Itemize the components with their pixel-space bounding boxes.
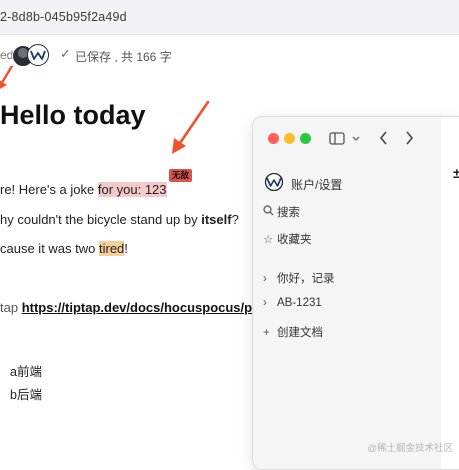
text-span: tap xyxy=(0,300,22,315)
collaborator-avatars[interactable] xyxy=(12,43,52,67)
sidebar-item-label: 你好，记录 xyxy=(277,273,335,285)
sidebar-item-label: 搜索 xyxy=(277,207,300,219)
account-settings-item[interactable]: 账户/设置 xyxy=(263,171,433,193)
sidebar-item-label: 创建文档 xyxy=(277,327,323,339)
sidebar-item-label: AB-1231 xyxy=(277,297,322,309)
paragraph-link: tap https://tiptap.dev/docs/hocuspocus/p… xyxy=(0,300,257,315)
annotation-arrow-icon xyxy=(0,66,14,89)
text-span: re! Here's a joke xyxy=(0,182,98,197)
browser-url-bar[interactable]: 2-8d8b-045b95f2a49d xyxy=(0,0,459,35)
forward-icon[interactable] xyxy=(405,131,414,145)
w-logo-icon xyxy=(264,173,284,191)
highlighted-text: tired xyxy=(99,241,125,256)
document-title[interactable]: Hello today xyxy=(0,100,146,131)
avatar-logo[interactable] xyxy=(27,44,49,66)
text-span: ! xyxy=(124,241,128,256)
comment-badge[interactable]: 无敌 xyxy=(169,169,193,182)
annotation-arrow-icon xyxy=(172,100,210,154)
sidebar-item-favorites[interactable]: ☆ 收藏夹 xyxy=(263,231,312,247)
sidebar-item-ab-1231[interactable]: › AB-1231 xyxy=(263,297,322,309)
saved-status-text: 已保存 , 共 166 字 xyxy=(75,50,172,64)
chevron-down-icon[interactable] xyxy=(352,136,360,142)
tiptap-docs-link[interactable]: https://tiptap.dev/docs/hocuspocus/pr xyxy=(22,300,257,315)
close-window-button[interactable] xyxy=(268,133,279,144)
back-icon[interactable] xyxy=(379,131,388,145)
zoom-window-button[interactable] xyxy=(300,133,311,144)
text-span: cause it was two xyxy=(0,241,99,256)
content-title-partial: ± xyxy=(453,165,459,181)
account-settings-label: 账户/设置 xyxy=(291,178,343,192)
bold-text: itself xyxy=(201,212,232,227)
list-item[interactable]: a前端 xyxy=(10,361,42,380)
saved-check-icon: ✓ xyxy=(60,46,71,61)
paragraph-answer[interactable]: cause it was two tired! xyxy=(0,241,128,256)
sidebar-item-search[interactable]: 搜索 xyxy=(263,204,300,220)
sidebar: 账户/设置 搜索 ☆ 收藏夹 › 你好，记录 › AB-1231 + 创建文档 xyxy=(253,117,442,469)
paragraph-question[interactable]: hy couldn't the bicycle stand up by itse… xyxy=(0,212,239,227)
create-document-button[interactable]: + 创建文档 xyxy=(263,324,323,340)
text-span: hy couldn't the bicycle stand up by xyxy=(0,212,202,227)
paragraph-joke[interactable]: re! Here's a joke for you: 123 xyxy=(0,182,167,197)
highlighted-text: for you: 123 xyxy=(97,182,167,197)
list-item[interactable]: b后端 xyxy=(10,384,42,403)
editor-status-row: ed ✓ 已保存 , 共 166 字 xyxy=(0,43,300,67)
w-logo-icon xyxy=(30,50,46,60)
chevron-right-icon[interactable]: › xyxy=(263,273,277,285)
sidebar-item-label: 收藏夹 xyxy=(277,234,312,246)
app-window: 账户/设置 搜索 ☆收藏夹 ›你好，记录 ›AB-1231 + 创建文档 ± xyxy=(252,116,459,470)
url-text: 2-8d8b-045b95f2a49d xyxy=(0,10,127,24)
sidebar-toggle-icon[interactable] xyxy=(329,132,345,145)
plus-icon: + xyxy=(263,327,270,339)
sidebar-item-hello-notes[interactable]: › 你好，记录 xyxy=(263,270,335,286)
search-icon xyxy=(263,205,277,219)
star-icon: ☆ xyxy=(263,234,274,246)
watermark-text: @稀土掘金技术社区 xyxy=(367,443,453,454)
text-span: ? xyxy=(231,212,239,227)
minimize-window-button[interactable] xyxy=(284,133,295,144)
chevron-right-icon[interactable]: › xyxy=(263,297,277,309)
